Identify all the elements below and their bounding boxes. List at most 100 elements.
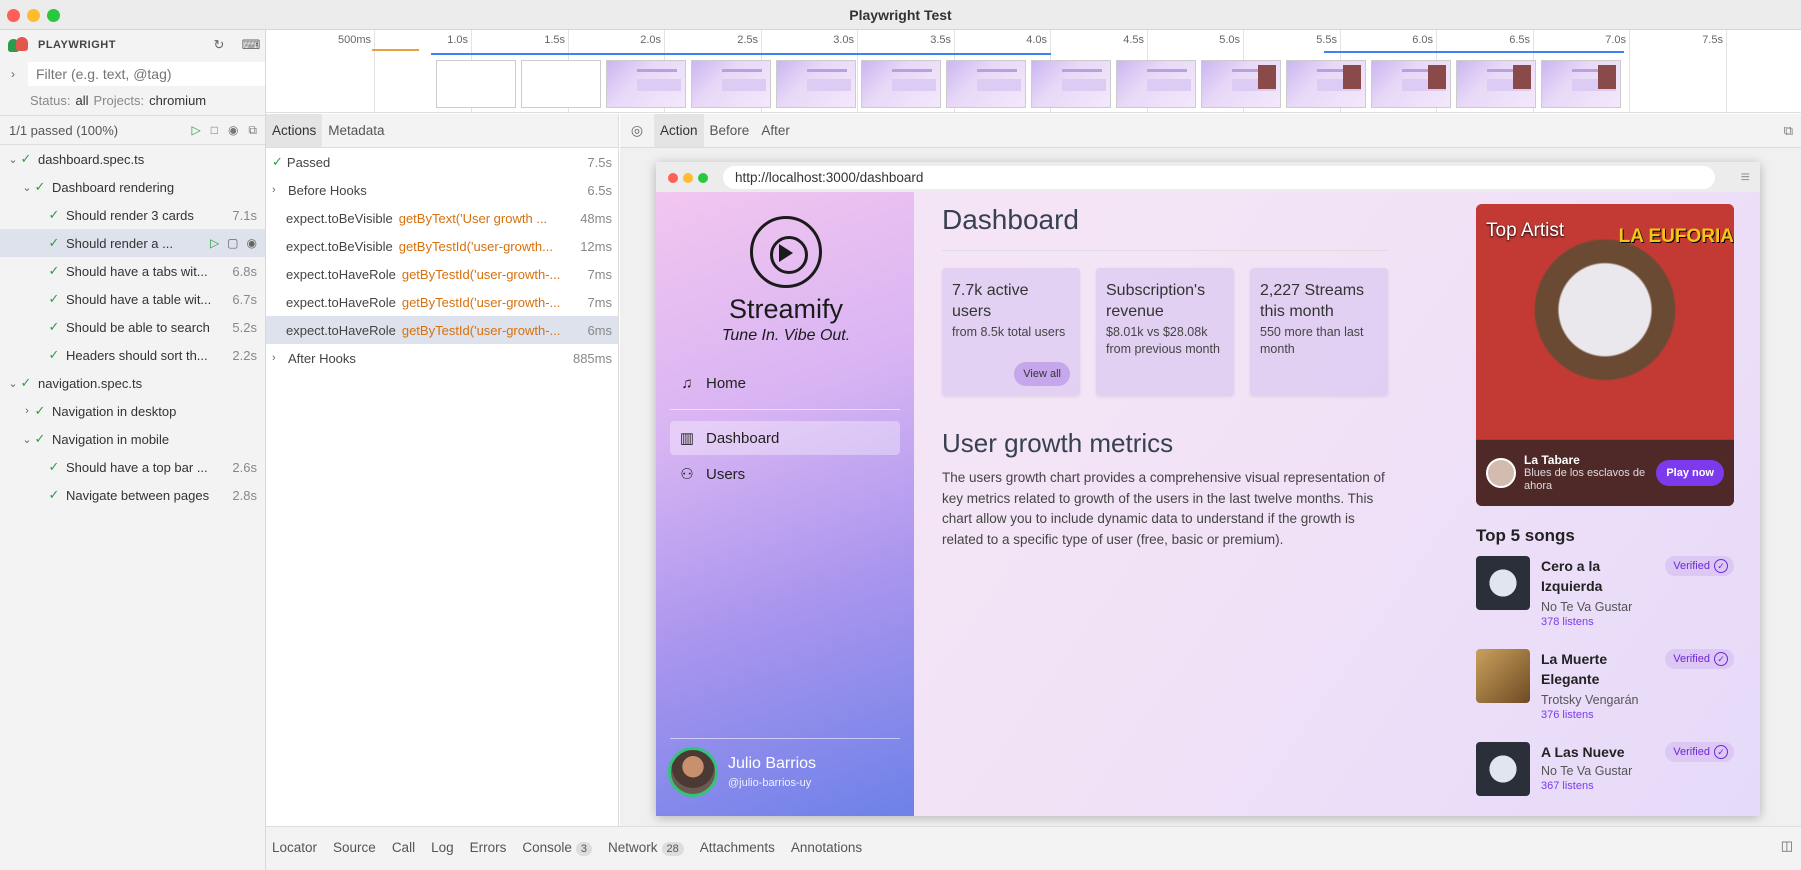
chevron-right-icon[interactable]: › (20, 405, 34, 417)
tab-errors[interactable]: Errors (470, 840, 507, 855)
action-duration: 12ms (580, 238, 612, 254)
users-icon: ⚇ (680, 466, 694, 483)
action-row-passed[interactable]: ✓ Passed 7.5s (266, 148, 618, 176)
action-row-after-hooks[interactable]: › After Hooks 885ms (266, 344, 618, 372)
list-item[interactable]: Cero a la Izquierda No Te Va Gustar 378 … (1476, 556, 1734, 636)
open-external-icon[interactable]: ⧉ (1784, 123, 1793, 139)
user-profile[interactable]: Julio Barrios @julio-barrios-uy (668, 747, 816, 797)
chevron-down-icon[interactable]: ⌄ (20, 433, 34, 446)
tab-before[interactable]: Before (704, 114, 756, 147)
filter-input[interactable] (27, 62, 265, 86)
tree-item-file[interactable]: ⌄ ✓ dashboard.spec.ts (0, 145, 265, 173)
nav-item-users[interactable]: ⚇ Users (670, 457, 900, 491)
artist-avatar (1486, 458, 1516, 488)
song-cover (1476, 742, 1530, 796)
run-test-icon[interactable]: ▷ (210, 236, 219, 250)
tree-item-test[interactable]: ✓ Should have a table wit... 6.7s (0, 285, 265, 313)
tree-item-group[interactable]: › ✓ Navigation in desktop (0, 397, 265, 425)
song-artist: Trotsky Vengarán (1541, 693, 1639, 707)
action-row[interactable]: expect.toBeVisible getByText('User growt… (266, 204, 618, 232)
chevron-right-icon[interactable]: › (272, 184, 288, 196)
nav-divider (670, 738, 900, 739)
tree-item-test[interactable]: ✓ Headers should sort th... 2.2s (0, 341, 265, 369)
filmstrip-frame (1541, 60, 1621, 108)
tree-item-test[interactable]: ✓ Should be able to search 5.2s (0, 313, 265, 341)
tab-annotations[interactable]: Annotations (791, 840, 862, 855)
tab-attachments[interactable]: Attachments (700, 840, 775, 855)
tree-item-test-selected[interactable]: ✓ Should render a ... ▷ ▢ ◉ (0, 229, 265, 257)
open-source-icon[interactable]: ▢ (227, 236, 238, 250)
projects-label: Projects: (93, 92, 145, 108)
action-row[interactable]: expect.toBeVisible getByTestId('user-gro… (266, 232, 618, 260)
tab-locator[interactable]: Locator (272, 840, 317, 855)
status-value[interactable]: all (75, 93, 88, 108)
action-name: After Hooks (288, 350, 356, 366)
target-icon[interactable]: ◎ (620, 114, 654, 147)
reload-icon[interactable]: ↻ (211, 37, 227, 53)
list-item[interactable]: A Las Nueve No Te Va Gustar 367 listens … (1476, 742, 1734, 816)
collapse-all-icon[interactable]: ⧉ (248, 123, 257, 138)
song-listens: 378 listens (1541, 616, 1594, 628)
artist-footer: La Tabare Blues de los esclavos de ahora… (1476, 440, 1734, 506)
action-selector: getByTestId('user-growth... (398, 238, 553, 254)
zoom-window-button[interactable] (47, 9, 60, 22)
url-bar[interactable]: http://localhost:3000/dashboard (723, 166, 1715, 189)
close-window-button[interactable] (7, 9, 20, 22)
filmstrip-frame (606, 60, 686, 108)
menu-icon[interactable]: ≡ (1741, 169, 1750, 187)
tab-action[interactable]: Action (654, 114, 704, 147)
action-row-selected[interactable]: expect.toHaveRole getByTestId('user-grow… (266, 316, 618, 344)
verified-badge: Verified ✓ (1665, 556, 1734, 576)
nav-item-dashboard[interactable]: ▥ Dashboard (670, 421, 900, 455)
status-filter-row[interactable]: Status: all Projects: chromium (0, 88, 265, 112)
chevron-down-icon[interactable]: ⌄ (6, 153, 20, 166)
tree-item-file[interactable]: ⌄ ✓ navigation.spec.ts (0, 369, 265, 397)
tab-actions[interactable]: Actions (266, 114, 323, 147)
view-all-button[interactable]: View all (1014, 362, 1070, 386)
chevron-right-icon[interactable]: › (272, 352, 288, 364)
tab-call[interactable]: Call (392, 840, 415, 855)
projects-value[interactable]: chromium (149, 93, 206, 108)
nav-divider (670, 409, 900, 410)
tree-item-label: Should render 3 cards (66, 207, 194, 223)
nav-item-label: Users (706, 465, 746, 483)
tab-after[interactable]: After (755, 114, 796, 147)
tree-item-group[interactable]: ⌄ ✓ Dashboard rendering (0, 173, 265, 201)
run-all-icon[interactable]: ▷ (191, 123, 200, 137)
filmstrip-frame (1286, 60, 1366, 108)
tab-log[interactable]: Log (431, 840, 454, 855)
network-count-badge: 28 (661, 841, 684, 856)
chevron-right-icon[interactable]: › (8, 67, 18, 81)
tree-item-duration: 6.7s (232, 291, 257, 307)
tree-item-test[interactable]: ✓ Should render 3 cards 7.1s (0, 201, 265, 229)
stop-icon[interactable]: □ (211, 123, 218, 137)
nav-item-label: Dashboard (706, 429, 780, 447)
trace-timeline[interactable]: 500ms 1.0s 1.5s 2.0s 2.5s 3.0s 3.5s 4.0s… (266, 30, 1801, 113)
tree-item-group[interactable]: ⌄ ✓ Navigation in mobile (0, 425, 265, 453)
tree-item-test[interactable]: ✓ Navigate between pages 2.8s (0, 481, 265, 509)
chevron-down-icon[interactable]: ⌄ (20, 181, 34, 194)
tree-item-label: Dashboard rendering (52, 179, 175, 195)
minimize-window-button[interactable] (27, 9, 40, 22)
nav-item-home[interactable]: ♫ Home (670, 366, 900, 400)
watch-test-icon[interactable]: ◉ (247, 236, 257, 250)
check-icon: ✓ (48, 487, 60, 502)
list-item[interactable]: La Muerte Elegante Trotsky Vengarán 376 … (1476, 649, 1734, 729)
terminal-icon[interactable]: ⌨ (242, 37, 261, 53)
action-row[interactable]: expect.toHaveRole getByTestId('user-grow… (266, 260, 618, 288)
tree-item-test[interactable]: ✓ Should have a top bar ... 2.6s (0, 453, 265, 481)
broadcast-play-icon (750, 216, 822, 288)
tab-source[interactable]: Source (333, 840, 376, 855)
song-artist: No Te Va Gustar (1541, 764, 1633, 778)
tree-item-test[interactable]: ✓ Should have a tabs wit... 6.8s (0, 257, 265, 285)
watch-icon[interactable]: ◉ (228, 123, 238, 137)
play-now-button[interactable]: Play now (1656, 460, 1724, 486)
toggle-sidebar-icon[interactable]: ◫ (1781, 838, 1793, 854)
chevron-down-icon[interactable]: ⌄ (6, 377, 20, 390)
tab-network[interactable]: Network 28 (608, 840, 684, 856)
tab-metadata[interactable]: Metadata (322, 114, 390, 147)
tab-console[interactable]: Console 3 (522, 840, 593, 856)
tree-item-duration: 7.1s (232, 207, 257, 223)
action-row-before-hooks[interactable]: › Before Hooks 6.5s (266, 176, 618, 204)
action-row[interactable]: expect.toHaveRole getByTestId('user-grow… (266, 288, 618, 316)
